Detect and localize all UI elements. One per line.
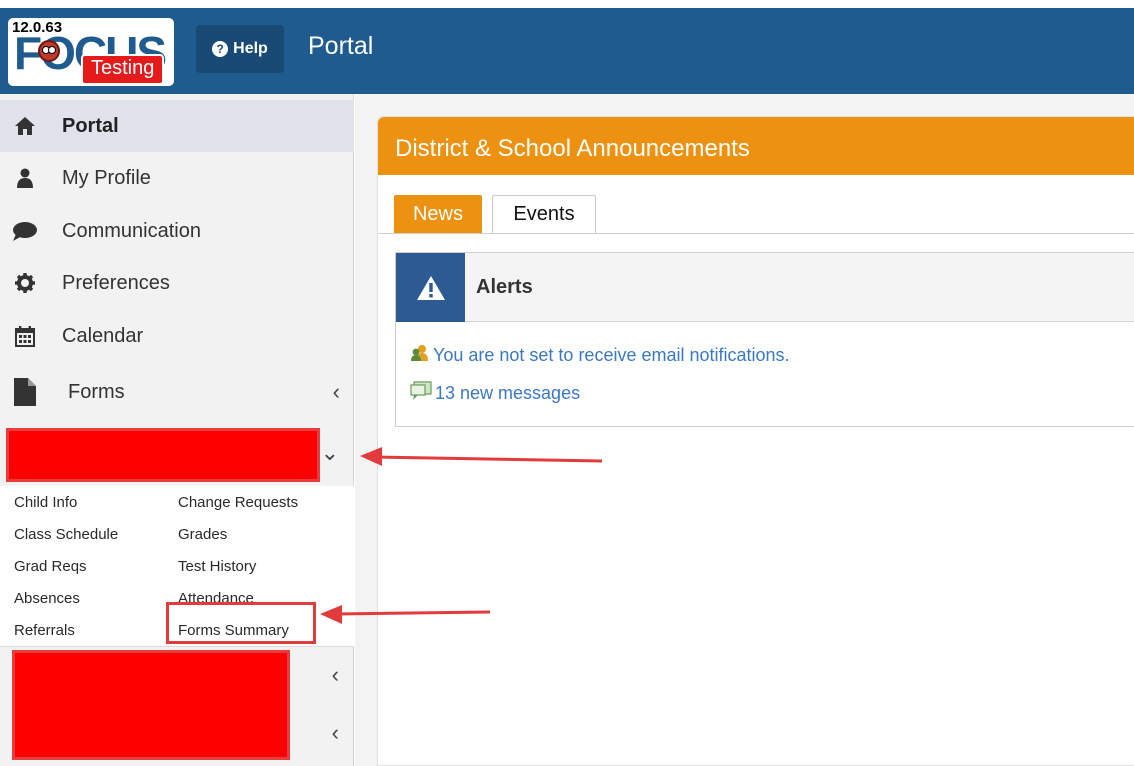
sidebar-item-communication[interactable]: Communication bbox=[0, 205, 354, 257]
help-button[interactable]: ? Help bbox=[196, 25, 284, 73]
users-icon bbox=[410, 344, 430, 367]
testing-badge: Testing bbox=[81, 54, 165, 85]
sub-link-grades[interactable]: Grades bbox=[178, 526, 227, 543]
top-header: FOCUS 12.0.63 Testing ? Help Portal bbox=[0, 8, 1134, 94]
chevron-down-icon[interactable]: ⌄ bbox=[321, 440, 339, 466]
gear-icon bbox=[12, 273, 38, 293]
sidebar-item-portal[interactable]: Portal bbox=[0, 100, 354, 152]
sidebar-item-label: My Profile bbox=[62, 166, 151, 189]
warning-icon bbox=[396, 253, 465, 322]
chevron-left-icon[interactable]: ‹ bbox=[332, 662, 339, 688]
sidebar-item-my-profile[interactable]: My Profile bbox=[0, 152, 354, 204]
sidebar-item-label: Forms bbox=[68, 380, 125, 403]
question-circle-icon: ? bbox=[212, 41, 229, 57]
sidebar-item-label: Communication bbox=[62, 219, 201, 242]
new-messages-link[interactable]: 13 new messages bbox=[410, 381, 580, 406]
divider bbox=[0, 646, 354, 647]
notice-text: You are not set to receive email notific… bbox=[433, 345, 790, 365]
chevron-left-icon[interactable]: ‹ bbox=[332, 720, 339, 746]
sub-link-change-requests[interactable]: Change Requests bbox=[178, 494, 298, 511]
sidebar: Portal My Profile Communication Preferen… bbox=[0, 94, 354, 766]
sub-link-grad-reqs[interactable]: Grad Reqs bbox=[14, 558, 87, 575]
version-label: 12.0.63 bbox=[12, 19, 63, 36]
sidebar-item-forms[interactable]: Forms ‹ bbox=[0, 366, 354, 418]
tab-divider bbox=[378, 233, 1134, 234]
user-icon bbox=[12, 168, 38, 188]
messages-text: 13 new messages bbox=[435, 383, 581, 403]
forms-summary-highlight bbox=[166, 602, 316, 644]
sidebar-item-calendar[interactable]: Calendar bbox=[0, 310, 354, 362]
alerts-title: Alerts bbox=[476, 276, 533, 298]
focus-logo[interactable]: FOCUS 12.0.63 Testing bbox=[8, 18, 174, 86]
redacted-student-block bbox=[12, 650, 290, 760]
sub-link-test-history[interactable]: Test History bbox=[178, 558, 256, 575]
sub-link-absences[interactable]: Absences bbox=[14, 590, 80, 607]
sub-link-child-info[interactable]: Child Info bbox=[14, 494, 77, 511]
calendar-icon bbox=[12, 325, 38, 347]
speech-bubble-icon bbox=[12, 221, 38, 241]
sub-link-class-schedule[interactable]: Class Schedule bbox=[14, 526, 118, 543]
sidebar-item-label: Preferences bbox=[62, 271, 170, 294]
screen: FOCUS 12.0.63 Testing ? Help Portal Port… bbox=[0, 0, 1134, 766]
announcements-title: District & School Announcements bbox=[395, 135, 750, 162]
sidebar-item-label: Calendar bbox=[62, 324, 144, 347]
email-notification-notice[interactable]: You are not set to receive email notific… bbox=[410, 344, 790, 367]
help-label: Help bbox=[233, 40, 268, 57]
owl-mascot-icon bbox=[38, 40, 60, 62]
tab-news[interactable]: News bbox=[394, 195, 482, 233]
page-title: Portal bbox=[308, 32, 374, 60]
sidebar-item-label: Portal bbox=[62, 114, 119, 137]
tab-events[interactable]: Events bbox=[492, 195, 596, 233]
sidebar-item-preferences[interactable]: Preferences bbox=[0, 257, 354, 309]
chevron-left-icon[interactable]: ‹ bbox=[333, 379, 340, 405]
redacted-student-name bbox=[6, 428, 320, 482]
home-icon bbox=[12, 116, 38, 136]
announcements-panel bbox=[377, 116, 1134, 766]
document-icon bbox=[12, 378, 38, 406]
message-icon bbox=[410, 381, 432, 406]
sub-link-referrals[interactable]: Referrals bbox=[14, 622, 75, 639]
